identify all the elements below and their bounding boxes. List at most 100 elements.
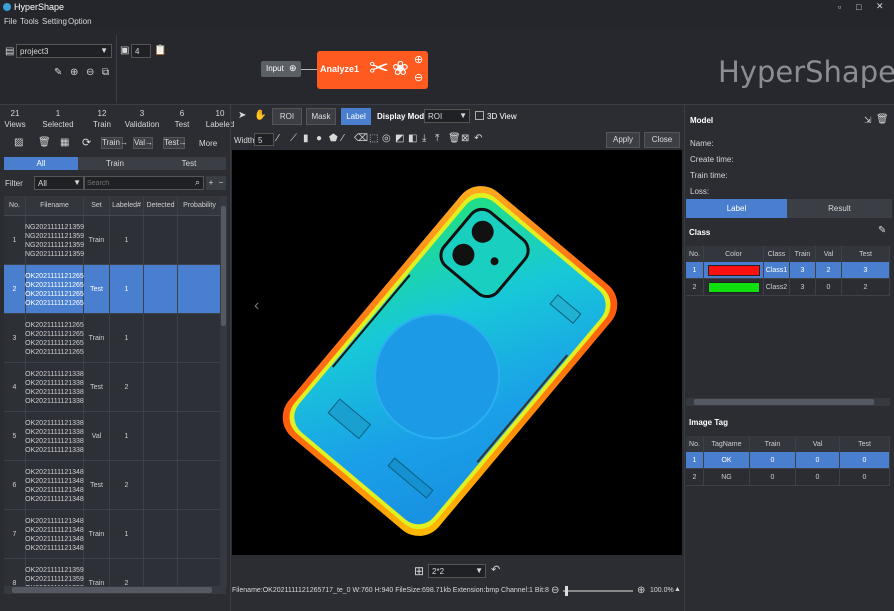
stat-test[interactable]: 6 Test [167, 108, 197, 132]
select-box-icon[interactable]: ⬚ [369, 133, 378, 144]
minimize-button[interactable]: ▫ [838, 2, 841, 12]
table-row[interactable]: 2 OK2021111121265 OK2021111121265 OK2021111… [4, 265, 220, 314]
table-row[interactable]: 8OK2021111121359OK2021111121359OK2021111… [4, 559, 220, 586]
zoom-out-icon[interactable]: ⊖ [551, 585, 559, 596]
tab-train[interactable]: Train [78, 157, 152, 170]
row-labeled: 1 [110, 510, 144, 559]
invert-icon[interactable]: ◧ [408, 133, 417, 144]
more-button[interactable]: More [199, 139, 217, 148]
class-row[interactable]: 2 Class2 3 0 2 [686, 279, 890, 296]
menu-file[interactable]: File [4, 17, 17, 26]
stat-validation[interactable]: 3 Validation [120, 108, 164, 132]
table-row[interactable]: 3 OK2021111121265 OK2021111121265 OK2021111… [4, 314, 220, 363]
filter-select[interactable]: All ▼ [34, 176, 84, 190]
upload-icon[interactable]: ⤒ [435, 133, 439, 144]
trash-icon[interactable]: 🗑 [876, 114, 889, 125]
class-row[interactable]: 1 Class1 3 2 3 [686, 262, 890, 279]
scroll-thumb[interactable] [12, 587, 212, 593]
apply-button[interactable]: Apply [606, 132, 640, 148]
image-icon[interactable]: ▨ [14, 137, 23, 148]
rectangle-icon[interactable]: ▮ [303, 133, 309, 144]
view3d-checkbox[interactable] [475, 111, 484, 120]
move-to-test-button[interactable]: Test→ [163, 137, 187, 149]
polygon-icon[interactable]: ⬟ [329, 133, 338, 144]
tag-row[interactable]: 2 NG 0 0 0 [686, 469, 890, 486]
remove-project-icon[interactable]: ⊖ [86, 67, 94, 78]
pan-icon[interactable]: ✋ [254, 110, 266, 121]
search-icon[interactable]: ⌕ [195, 177, 200, 188]
analyze-node[interactable]: Analyze1 ✂ ❀ ⊕ ⊖ [317, 51, 428, 89]
eraser-icon[interactable]: ⌫ [354, 133, 368, 144]
search-input[interactable] [87, 178, 187, 189]
label-button[interactable]: Label [341, 108, 371, 125]
add-node-icon[interactable]: ⊕ [414, 53, 423, 66]
grid-select[interactable]: 2*2 ▼ [428, 564, 486, 578]
class-color-swatch[interactable] [707, 281, 760, 293]
brush-icon[interactable]: ⁄ [342, 133, 344, 144]
tab-all[interactable]: All [4, 157, 78, 170]
class-color-swatch[interactable] [707, 264, 760, 276]
grid-layout-icon[interactable]: ⊞ [414, 564, 424, 578]
table-row[interactable]: 4 OK2021111121338 OK2021111121338 OK2021111… [4, 363, 220, 412]
horizontal-scrollbar[interactable] [4, 586, 226, 594]
download-icon[interactable]: ⤓ [422, 133, 426, 144]
add-project-icon[interactable]: ⊕ [70, 67, 78, 78]
pin-icon[interactable]: ⇲ [864, 115, 872, 126]
project-select[interactable]: project3 ▼ [16, 44, 112, 58]
circle-icon[interactable]: ● [316, 133, 322, 144]
delete-icon[interactable]: 🗑 [38, 137, 51, 148]
scroll-thumb[interactable] [221, 206, 226, 326]
polyline-icon[interactable]: ⟋ [290, 133, 297, 144]
edit-class-icon[interactable]: ✎ [878, 225, 886, 236]
maximize-button[interactable]: □ [856, 2, 861, 12]
zoom-slider-handle[interactable] [565, 586, 568, 596]
stat-selected[interactable]: 1 Selected [32, 108, 84, 132]
scroll-thumb[interactable] [694, 399, 874, 405]
trash-icon[interactable]: 🗑 [448, 133, 461, 144]
fill-icon[interactable]: ◩ [395, 133, 404, 144]
tab-result[interactable]: Result [787, 199, 892, 218]
input-node[interactable]: Input ⊕ [261, 61, 301, 77]
table-scrollbar[interactable] [220, 196, 227, 586]
copy-icon[interactable]: ⧉ [102, 67, 109, 78]
target-icon[interactable]: ◎ [382, 133, 391, 144]
tab-label[interactable]: Label [686, 199, 787, 218]
pencil-icon[interactable]: ∕ [277, 133, 279, 144]
move-to-val-button[interactable]: Val→ [133, 137, 153, 149]
close-button[interactable]: Close [644, 132, 680, 148]
remove-node-icon[interactable]: ⊖ [414, 71, 423, 84]
undo-view-icon[interactable]: ↶ [491, 563, 500, 576]
menu-setting[interactable]: Setting [42, 17, 67, 26]
stat-train[interactable]: 12 Train [87, 108, 117, 132]
menu-option[interactable]: Option [68, 17, 92, 26]
import-icon[interactable]: ▦ [60, 137, 69, 148]
table-row[interactable]: 7 OK2021111121348 OK2021111121348 OK2021111… [4, 510, 220, 559]
table-row[interactable]: 5 OK2021111121338 OK2021111121338 OK2021111… [4, 412, 220, 461]
move-to-train-button[interactable]: Train→ [101, 137, 128, 149]
mask-button[interactable]: Mask [306, 108, 336, 125]
refresh-icon[interactable]: ⟳ [82, 136, 91, 149]
table-row[interactable]: 1 NG2021111121359 NG2021111121359 NG2021111… [4, 216, 220, 265]
zoom-slider[interactable] [563, 586, 633, 596]
clear-icon[interactable]: ⊠ [461, 133, 469, 144]
table-row[interactable]: 6 OK2021111121348 OK2021111121348 OK2021111… [4, 461, 220, 510]
display-mode-select[interactable]: ROI ▼ [424, 109, 470, 123]
zoom-menu-icon[interactable]: ▲ [674, 586, 681, 593]
image-canvas[interactable]: ‹ [232, 150, 682, 555]
roi-button[interactable]: ROI [272, 108, 302, 125]
close-window-button[interactable]: ✕ [876, 1, 884, 12]
menu-tools[interactable]: Tools [20, 17, 39, 26]
tag-row[interactable]: 1 OK 0 0 0 [686, 452, 890, 469]
image-count-spinbox[interactable]: 4 [131, 44, 151, 58]
width-spinbox[interactable]: 5 [254, 133, 274, 146]
add-filter-icon[interactable]: + [206, 176, 216, 190]
pointer-icon[interactable]: ➤ [238, 110, 246, 121]
tab-test[interactable]: Test [152, 157, 226, 170]
class-hscroll[interactable] [686, 398, 890, 406]
clipboard-icon[interactable]: 📋 [154, 45, 166, 56]
edit-icon[interactable]: ✎ [54, 67, 62, 78]
remove-filter-icon[interactable]: − [216, 176, 226, 190]
undo-icon[interactable]: ↶ [474, 133, 482, 144]
zoom-in-icon[interactable]: ⊕ [637, 585, 645, 596]
stat-views[interactable]: 21 Views [4, 108, 26, 132]
